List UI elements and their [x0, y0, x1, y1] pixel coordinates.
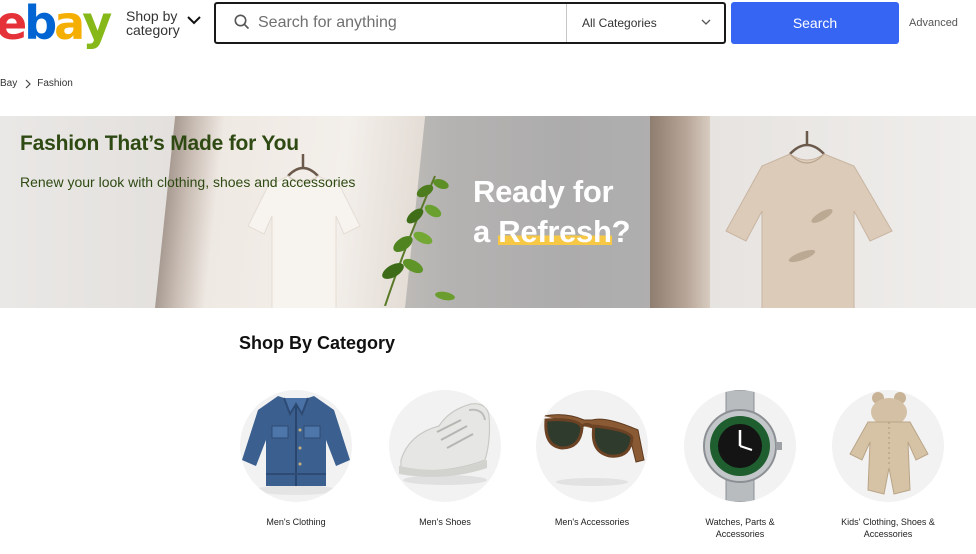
search-button[interactable]: Search	[731, 2, 899, 44]
breadcrumb-home[interactable]: Bay	[0, 78, 17, 89]
category-select[interactable]: All Categories	[567, 4, 724, 42]
category-card-mens-accessories[interactable]: Men's Accessories	[518, 390, 666, 528]
category-label: Men's Clothing	[266, 517, 326, 527]
logo-letter-b: b	[24, 0, 57, 50]
category-label-line2: Accessories	[863, 529, 913, 539]
logo-letter-y: y	[82, 0, 112, 50]
chevron-right-icon	[25, 79, 32, 88]
breadcrumb-current[interactable]: Fashion	[37, 78, 73, 89]
category-label: Kids' Clothing, Shoes & Accessories	[814, 516, 962, 540]
breadcrumb: Bay Fashion	[0, 78, 73, 89]
promo-headline-line1: Ready for	[473, 174, 614, 209]
category-label-line2: Accessories	[715, 529, 765, 539]
search-input[interactable]	[258, 4, 558, 42]
category-label: Men's Accessories	[554, 517, 630, 527]
category-select-label: All Categories	[582, 16, 657, 30]
denim-jacket-icon	[242, 396, 350, 495]
promo-highlight-word: Refresh	[498, 214, 612, 249]
category-label-line1: Watches, Parts &	[705, 517, 775, 527]
category-label-line1: Kids' Clothing, Shoes &	[841, 517, 935, 527]
baby-romper-icon	[849, 392, 929, 495]
category-image-circle	[536, 390, 648, 502]
tshirt-hanger-image	[725, 131, 893, 308]
advanced-search-link[interactable]: Advanced	[909, 17, 958, 29]
chevron-down-icon[interactable]	[187, 15, 201, 25]
ebay-logo[interactable]: ebay	[0, 0, 112, 50]
shop-by-category-heading: Shop By Category	[239, 333, 396, 353]
eucalyptus-plant-image	[382, 175, 455, 306]
category-image-circle	[389, 390, 501, 502]
watch-icon	[703, 390, 782, 502]
banner-title: Fashion That’s Made for You	[20, 132, 299, 155]
sunglasses-icon	[543, 414, 645, 486]
category-image-circle	[684, 390, 796, 502]
banner-subtitle: Renew your look with clothing, shoes and…	[20, 174, 356, 190]
category-card-kids-clothing[interactable]: Kids' Clothing, Shoes & Accessories	[814, 390, 962, 540]
promo-headline-line2: a Refresh?	[473, 214, 631, 250]
category-card-mens-clothing[interactable]: Men's Clothing	[222, 390, 370, 528]
category-card-mens-shoes[interactable]: Men's Shoes	[371, 390, 519, 528]
promo-text-a: a	[473, 214, 499, 249]
category-image-circle	[240, 390, 352, 502]
logo-letter-e: e	[0, 0, 27, 50]
banner-mirror-panel-right	[650, 116, 710, 308]
chevron-down-icon	[701, 19, 711, 25]
shop-by-line2: category	[126, 22, 180, 38]
hero-banner[interactable]: Fashion That’s Made for You Renew your l…	[0, 116, 976, 308]
sneaker-icon	[399, 403, 491, 485]
category-label: Men's Shoes	[419, 517, 471, 527]
category-card-watches[interactable]: Watches, Parts & Accessories	[666, 390, 814, 540]
logo-letter-a: a	[54, 0, 85, 50]
promo-text-b: ?	[611, 214, 631, 249]
shop-by-line1: Shop by	[126, 8, 178, 24]
category-image-circle	[832, 390, 944, 502]
search-bar: All Categories	[214, 2, 726, 44]
category-label: Watches, Parts & Accessories	[666, 516, 814, 540]
search-icon	[234, 14, 250, 30]
shop-by-category-button[interactable]: Shop by category	[126, 9, 180, 37]
